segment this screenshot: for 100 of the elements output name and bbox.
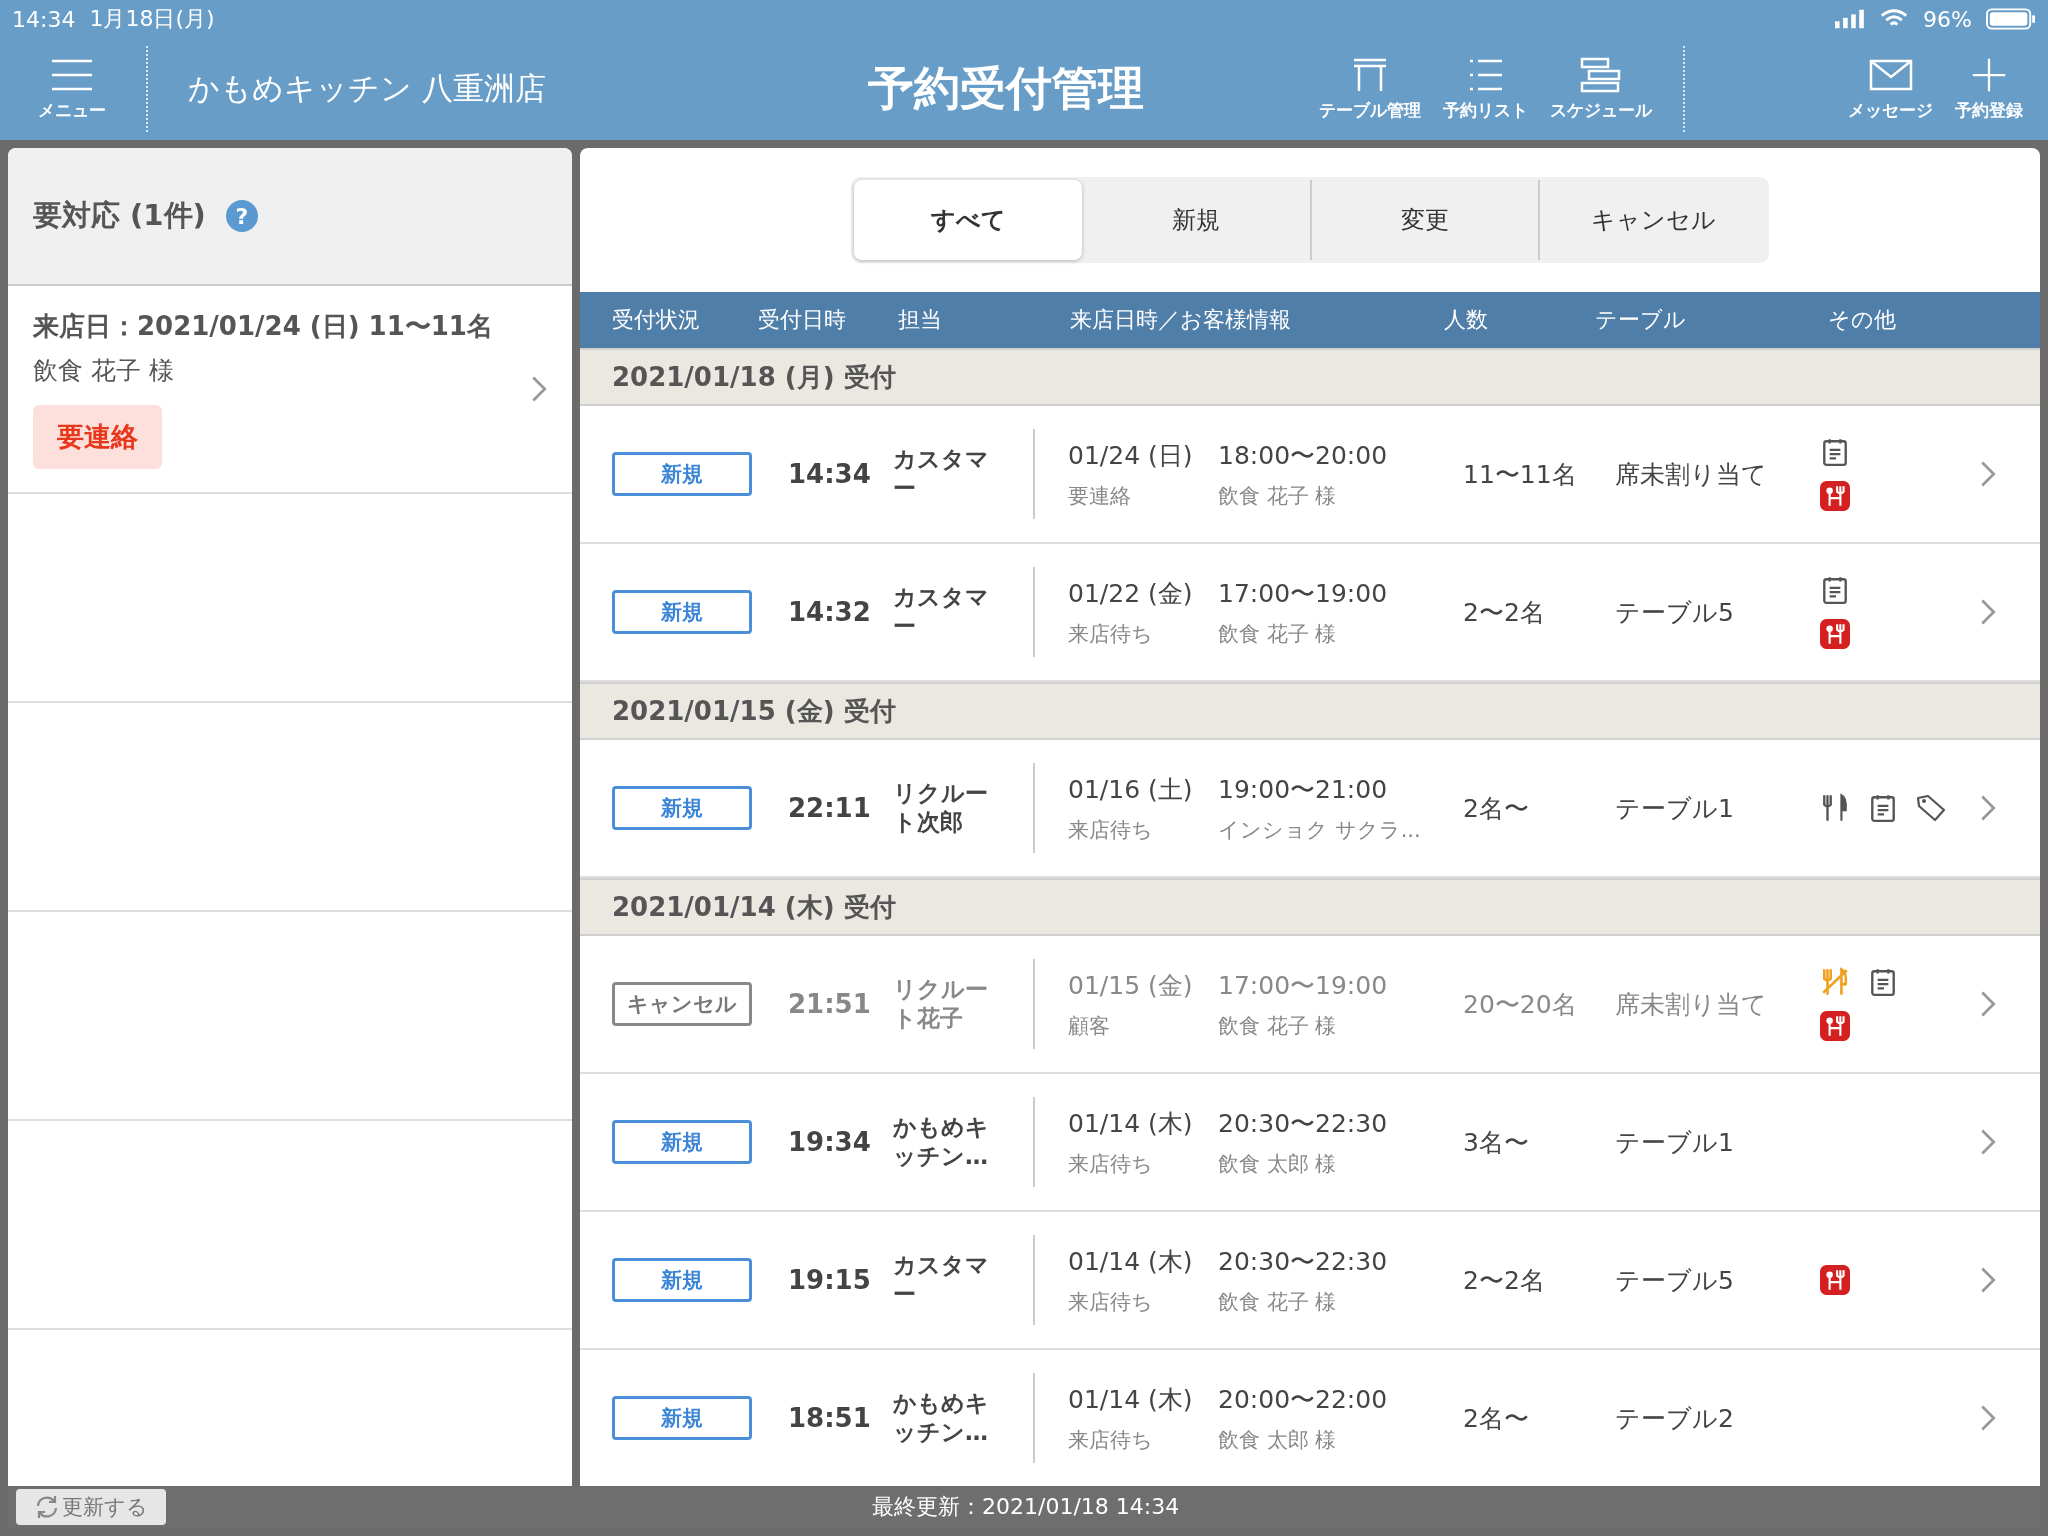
staff-name: カスタマー	[893, 583, 990, 641]
memo-icon	[1868, 793, 1898, 823]
memo-icon	[1820, 575, 1850, 605]
party-size: 3名〜	[1463, 1126, 1530, 1159]
visit-time: 18:00〜20:00	[1218, 439, 1389, 472]
filter-tab[interactable]: 新規	[1082, 180, 1310, 260]
received-time: 14:32	[788, 597, 872, 627]
column-header: 人数	[1444, 306, 1489, 334]
column-header: テーブル	[1595, 306, 1687, 334]
received-time: 14:34	[788, 459, 872, 489]
schedule-icon	[1579, 56, 1623, 93]
table-name: テーブル1	[1615, 1126, 1735, 1159]
status-badge: キャンセル	[612, 982, 752, 1026]
memo-icon	[1868, 967, 1898, 997]
table-name: テーブル1	[1615, 792, 1735, 825]
staff-name: かもめキッチン…	[893, 1389, 990, 1447]
chevron-icon	[1980, 794, 1996, 822]
status-badge: 新規	[612, 452, 752, 496]
visit-date: 01/15 (金)	[1068, 969, 1194, 1002]
party-size: 11〜11名	[1463, 458, 1578, 491]
status-badge: 新規	[612, 590, 752, 634]
table-name: 席未割り当て	[1615, 458, 1768, 491]
column-header: その他	[1828, 306, 1897, 334]
customer-name: 飲食 花子 様	[1218, 482, 1338, 510]
column-header: 受付日時	[758, 306, 847, 334]
visit-time: 17:00〜19:00	[1218, 969, 1389, 1002]
visit-date: 来店日：2021/01/24 (日) 11〜11名	[33, 310, 493, 343]
visit-state: 来店待ち	[1068, 620, 1154, 648]
visit-date: 01/14 (木)	[1068, 1107, 1194, 1140]
staff-name: リクルート次郎	[893, 779, 989, 837]
column-header: 受付状況	[612, 306, 701, 334]
refresh-icon	[34, 1494, 60, 1520]
party-size: 2〜2名	[1463, 1264, 1546, 1297]
visit-state: 来店待ち	[1068, 1288, 1154, 1316]
course-meal-icon	[1820, 481, 1850, 511]
visit-date: 01/14 (木)	[1068, 1383, 1194, 1416]
status-badge: 新規	[612, 1120, 752, 1164]
course-meal-icon	[1820, 619, 1850, 649]
signal-icon	[1835, 9, 1866, 29]
status-badge: 新規	[612, 1258, 752, 1302]
visit-time: 20:30〜22:30	[1218, 1107, 1389, 1140]
party-size: 2〜2名	[1463, 596, 1546, 629]
column-header: 担当	[898, 306, 943, 334]
cutlery-icon	[1820, 793, 1850, 823]
memo-icon	[1820, 437, 1850, 467]
course-meal-icon	[1820, 1265, 1850, 1295]
visit-date: 01/22 (金)	[1068, 577, 1194, 610]
staff-name: かもめキッチン…	[893, 1113, 990, 1171]
customer-name: 飲食 太郎 様	[1218, 1426, 1338, 1454]
table-name: テーブル2	[1615, 1402, 1735, 1435]
tag-icon	[1916, 793, 1946, 823]
filter-tab[interactable]: 変更	[1310, 180, 1538, 260]
refresh-button[interactable]: 更新する	[16, 1489, 166, 1525]
chevron-icon	[531, 375, 547, 403]
last-updated: 最終更新：2021/01/18 14:34	[872, 1493, 1180, 1521]
visit-state: 要連絡	[1068, 482, 1132, 510]
received-time: 21:51	[788, 989, 872, 1019]
visit-time: 20:00〜22:00	[1218, 1383, 1389, 1416]
staff-name: カスタマー	[893, 1251, 990, 1309]
store-name: かもめキッチン 八重洲店	[188, 69, 547, 108]
visit-time: 17:00〜19:00	[1218, 577, 1389, 610]
chevron-icon	[1980, 460, 1996, 488]
status-date: 1月18日(月)	[89, 5, 215, 33]
column-header: 来店日時／お客様情報	[1070, 306, 1292, 334]
clock-time: 14:34	[12, 6, 76, 32]
customer-name: 飲食 花子 様	[1218, 1288, 1338, 1316]
party-size: 2名〜	[1463, 1402, 1530, 1435]
group-date: 2021/01/14 (木) 受付	[612, 890, 896, 924]
chevron-icon	[1980, 598, 1996, 626]
filter-tab[interactable]: すべて	[854, 180, 1082, 260]
received-time: 22:11	[788, 793, 872, 823]
customer-name: 飲食 花子 様	[33, 355, 174, 387]
attention-item[interactable]: 来店日：2021/01/24 (日) 11〜11名 飲食 花子 様 要連絡	[8, 286, 572, 494]
customer-name: インショク サクラ...	[1218, 816, 1422, 844]
party-size: 2名〜	[1463, 792, 1530, 825]
visit-time: 19:00〜21:00	[1218, 773, 1389, 806]
table-name: テーブル5	[1615, 596, 1735, 629]
staff-name: リクルート花子	[893, 975, 989, 1033]
status-badge: 新規	[612, 786, 752, 830]
chevron-icon	[1980, 1266, 1996, 1294]
party-size: 20〜20名	[1463, 988, 1578, 1021]
visit-state: 来店待ち	[1068, 1150, 1154, 1178]
table-name: テーブル5	[1615, 1264, 1735, 1297]
received-time: 18:51	[788, 1403, 872, 1433]
customer-name: 飲食 太郎 様	[1218, 1150, 1338, 1178]
battery-percent: 96%	[1923, 6, 1972, 32]
received-time: 19:34	[788, 1127, 872, 1157]
page-title: 予約受付管理	[868, 60, 1145, 117]
visit-state: 来店待ち	[1068, 1426, 1154, 1454]
customer-name: 飲食 花子 様	[1218, 1012, 1338, 1040]
no-cutlery-icon	[1820, 967, 1850, 997]
chevron-icon	[1980, 1404, 1996, 1432]
visit-date: 01/16 (土)	[1068, 773, 1194, 806]
received-time: 19:15	[788, 1265, 872, 1295]
filter-tab[interactable]: キャンセル	[1538, 180, 1766, 260]
visit-state: 顧客	[1068, 1012, 1111, 1040]
status-badge: 新規	[612, 1396, 752, 1440]
contact-tag: 要連絡	[33, 405, 162, 469]
visit-date: 01/24 (日)	[1068, 439, 1194, 472]
table-name: 席未割り当て	[1615, 988, 1768, 1021]
